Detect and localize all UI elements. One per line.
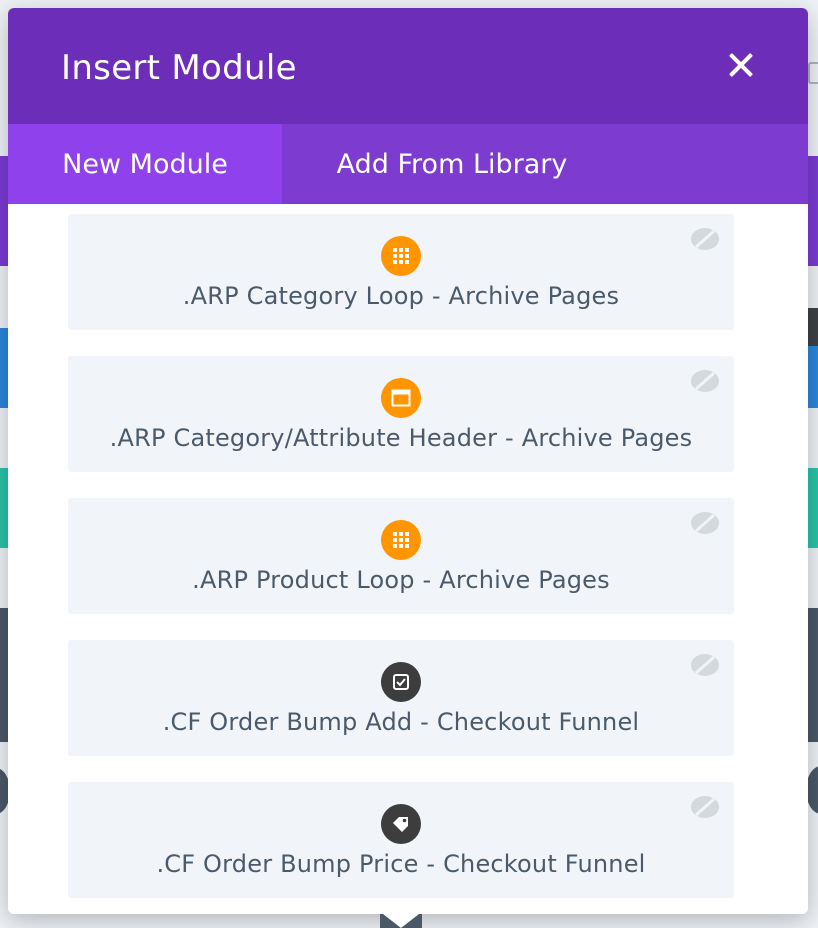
close-icon[interactable] [724,48,758,82]
module-label: .CF Order Bump Price - Checkout Funnel [156,850,646,878]
module-card-arp-category-loop[interactable]: .ARP Category Loop - Archive Pages [68,214,734,330]
favorite-toggle-icon[interactable] [690,653,720,677]
favorite-toggle-icon[interactable] [690,795,720,819]
price-tag-icon [381,804,421,844]
module-list: .ARP Category Loop - Archive Pages .ARP … [68,214,734,914]
window-icon [381,378,421,418]
module-card-cf-order-bump-add[interactable]: .CF Order Bump Add - Checkout Funnel [68,640,734,756]
module-label: .ARP Product Loop - Archive Pages [192,566,610,594]
module-card-arp-product-loop[interactable]: .ARP Product Loop - Archive Pages [68,498,734,614]
favorite-toggle-icon[interactable] [690,369,720,393]
checkbox-icon [381,662,421,702]
module-card-arp-category-attribute-header[interactable]: .ARP Category/Attribute Header - Archive… [68,356,734,472]
modal-title: Insert Module [61,48,297,88]
favorite-toggle-icon[interactable] [690,227,720,251]
tab-new-module[interactable]: New Module [8,124,282,204]
modal-header: Insert Module [8,8,808,124]
grid-icon [381,236,421,276]
modal-tabs: New Module Add From Library [8,124,808,204]
module-label: .ARP Category/Attribute Header - Archive… [109,424,693,452]
module-label: .CF Order Bump Add - Checkout Funnel [162,708,640,736]
module-label: .ARP Category Loop - Archive Pages [182,282,620,310]
background-top-right-box [808,62,818,84]
module-card-cf-order-bump-price[interactable]: .CF Order Bump Price - Checkout Funnel [68,782,734,898]
grid-icon [381,520,421,560]
insert-module-modal: Insert Module New Module Add From Librar… [8,8,808,914]
tab-add-from-library[interactable]: Add From Library [282,124,622,204]
modal-pointer [383,914,419,928]
favorite-toggle-icon[interactable] [690,511,720,535]
